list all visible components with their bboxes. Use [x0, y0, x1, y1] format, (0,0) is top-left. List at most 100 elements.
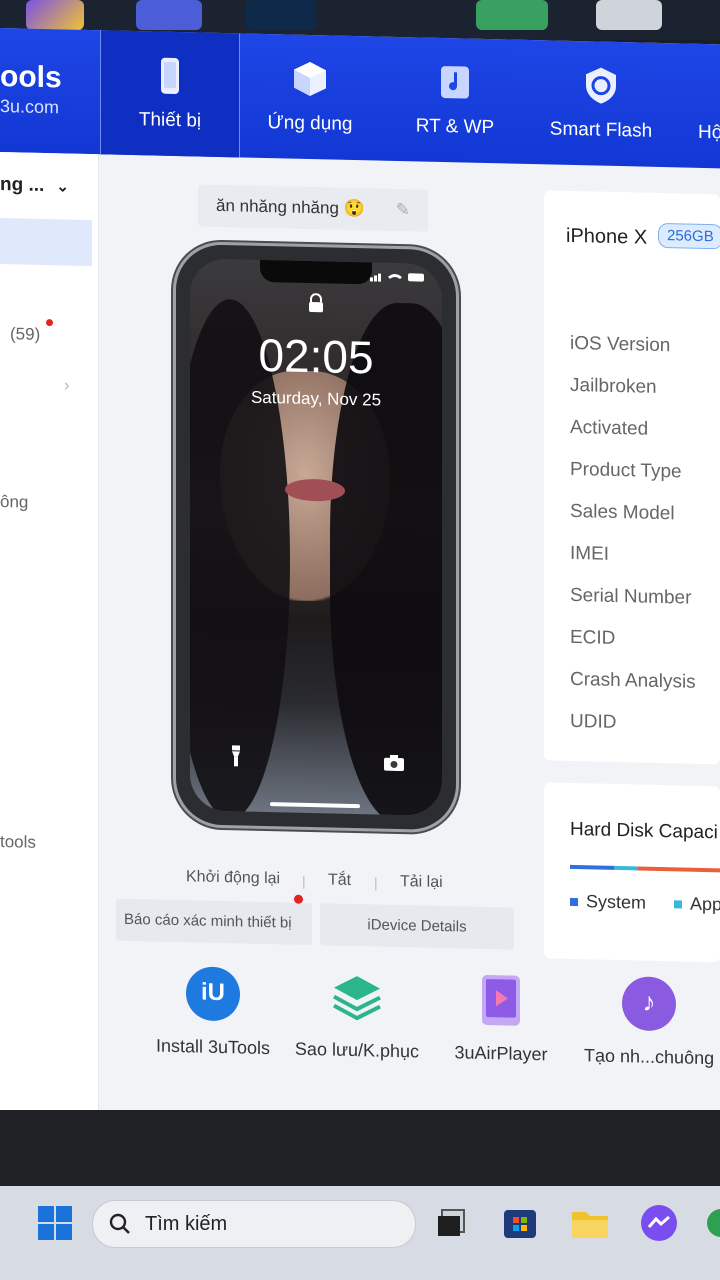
- brand-name: ools: [0, 60, 62, 95]
- desktop-shortcut-icon[interactable]: [246, 0, 316, 30]
- messenger-icon[interactable]: [640, 1204, 678, 1242]
- flashlight-icon: [232, 745, 240, 767]
- cube-icon: [294, 62, 326, 97]
- monitor-bezel: [0, 1110, 720, 1186]
- taskbar-search[interactable]: Tìm kiếm: [92, 1200, 416, 1248]
- sidebar: ng ... ⌄ (59) › ông tools: [0, 152, 99, 1115]
- tab-ringtones-wallpapers[interactable]: RT & WP: [390, 37, 520, 164]
- info-label-product-type: Product Type: [570, 458, 682, 483]
- idevice-details-label: iDevice Details: [367, 916, 467, 936]
- legend-label-app: App: [690, 893, 720, 915]
- sidebar-item-selected[interactable]: [0, 218, 92, 267]
- tab-toolbox[interactable]: Hộ: [680, 43, 720, 168]
- legend-swatch-app: [674, 900, 682, 909]
- airplay-icon: [482, 975, 520, 1026]
- task-view-icon[interactable]: [436, 1208, 466, 1238]
- sidebar-device-name: ng ...: [0, 174, 45, 197]
- sidebar-item-ong[interactable]: ông: [0, 492, 28, 513]
- verification-report-label: Báo cáo xác minh thiết bị: [124, 910, 292, 932]
- tab-device-label: Thiết bị: [138, 109, 202, 132]
- ringtone-icon: ♪: [622, 976, 676, 1032]
- edit-icon[interactable]: ✎: [396, 189, 410, 231]
- tool-3uairplayer-label: 3uAirPlayer: [454, 1042, 548, 1065]
- app-window: ools 3u.com Thiết bị Ứng dụng RT & WP Sm…: [0, 28, 720, 1130]
- tab-apps-label: Ứng dụng: [267, 112, 353, 135]
- notch: [260, 259, 372, 285]
- device-model: iPhone X: [566, 224, 648, 249]
- 3utools-logo-icon: iU: [186, 966, 240, 1022]
- legend-app: App: [674, 893, 720, 915]
- info-label-jailbroken: Jailbroken: [570, 374, 657, 398]
- legend-swatch-system: [570, 898, 578, 907]
- tool-backup-restore-label: Sao lưu/K.phục: [294, 1038, 420, 1062]
- tab-toolbox-label: Hộ: [698, 121, 720, 144]
- lock-icon: [309, 293, 323, 313]
- layers-icon: [333, 976, 381, 1021]
- info-label-crash-analysis[interactable]: Crash Analysis: [570, 669, 696, 694]
- lock-screen: 02:05 Saturday, Nov 25: [190, 258, 442, 817]
- divider: |: [374, 874, 378, 891]
- sidebar-item-count[interactable]: (59): [10, 324, 40, 345]
- tab-device[interactable]: Thiết bị: [100, 30, 240, 158]
- notification-dot: [294, 894, 303, 904]
- status-bar-icons: [370, 273, 424, 282]
- chevron-right-icon[interactable]: ›: [64, 375, 70, 395]
- lock-time: 02:05: [258, 328, 374, 384]
- disk-capacity-title: Hard Disk Capaci: [570, 818, 718, 844]
- device-name-field[interactable]: ăn nhăng nhăng 😲 ✎: [198, 184, 428, 232]
- windows-start-icon[interactable]: [38, 1206, 72, 1240]
- info-label-ecid: ECID: [570, 626, 616, 649]
- info-label-udid: UDID: [570, 710, 617, 733]
- tab-smart-flash[interactable]: Smart Flash: [530, 40, 672, 167]
- tab-smart-flash-label: Smart Flash: [549, 118, 653, 142]
- tool-ringtone-maker[interactable]: ♪ Tạo nh...chuông: [584, 975, 714, 1069]
- capacity-badge: 256GB: [658, 222, 720, 250]
- search-icon: [109, 1213, 130, 1234]
- tool-install-3utools[interactable]: iU Install 3uTools: [148, 965, 278, 1059]
- taskbar-search-placeholder: Tìm kiếm: [145, 1213, 228, 1235]
- store-icon[interactable]: [502, 1204, 538, 1240]
- divider: |: [302, 872, 306, 889]
- brand-domain: 3u.com: [0, 96, 60, 118]
- tab-ringtones-label: RT & WP: [415, 115, 495, 139]
- device-preview: 02:05 Saturday, Nov 25: [176, 243, 456, 831]
- phone-icon: [161, 57, 179, 94]
- tool-ringtone-maker-label: Tạo nh...chuông: [584, 1045, 715, 1069]
- device-name: ăn nhăng nhăng 😲: [216, 195, 365, 219]
- shutdown-button[interactable]: Tắt: [328, 871, 351, 890]
- device-info-card: iPhone X 256GB iOS Version Jailbroken Ac…: [544, 190, 720, 765]
- tool-install-3utools-label: Install 3uTools: [155, 1035, 271, 1059]
- info-label-activated: Activated: [570, 416, 649, 440]
- restart-button[interactable]: Khởi động lại: [186, 868, 280, 888]
- desktop-shortcut-icon[interactable]: [596, 0, 662, 30]
- disk-capacity-card: Hard Disk Capaci System App: [544, 782, 720, 963]
- home-indicator: [270, 802, 360, 809]
- windows-taskbar: Tìm kiếm: [0, 1186, 720, 1280]
- info-label-ios-version: iOS Version: [570, 332, 671, 357]
- top-navigation-bar: ools 3u.com Thiết bị Ứng dụng RT & WP Sm…: [0, 28, 720, 169]
- tool-backup-restore[interactable]: Sao lưu/K.phục: [292, 969, 422, 1063]
- info-label-imei: IMEI: [570, 542, 610, 565]
- sidebar-device-dropdown[interactable]: ng ... ⌄: [0, 174, 69, 198]
- disk-bar-app: [614, 865, 638, 871]
- sidebar-item-tools[interactable]: tools: [0, 832, 36, 853]
- disk-bar-system: [570, 864, 614, 870]
- desktop-shortcut-icon[interactable]: [476, 0, 548, 30]
- verification-report-button[interactable]: Báo cáo xác minh thiết bị: [116, 898, 312, 946]
- refresh-button[interactable]: Tải lại: [400, 873, 443, 892]
- music-icon: [441, 66, 469, 99]
- idevice-details-button[interactable]: iDevice Details: [320, 903, 514, 950]
- legend-system: System: [570, 891, 646, 914]
- desktop-shortcut-icon[interactable]: [136, 0, 202, 30]
- info-label-serial-number: Serial Number: [570, 584, 692, 609]
- info-label-sales-model: Sales Model: [570, 500, 675, 525]
- refresh-shield-icon: [586, 67, 616, 104]
- tool-3uairplayer[interactable]: 3uAirPlayer: [436, 972, 566, 1066]
- chevron-down-icon: ⌄: [56, 178, 69, 196]
- notification-dot: [46, 319, 53, 327]
- file-explorer-icon[interactable]: [570, 1206, 610, 1240]
- app-icon[interactable]: [706, 1208, 720, 1238]
- tab-apps[interactable]: Ứng dụng: [240, 33, 380, 160]
- desktop-shortcut-icon[interactable]: [26, 0, 84, 30]
- camera-icon: [384, 754, 404, 772]
